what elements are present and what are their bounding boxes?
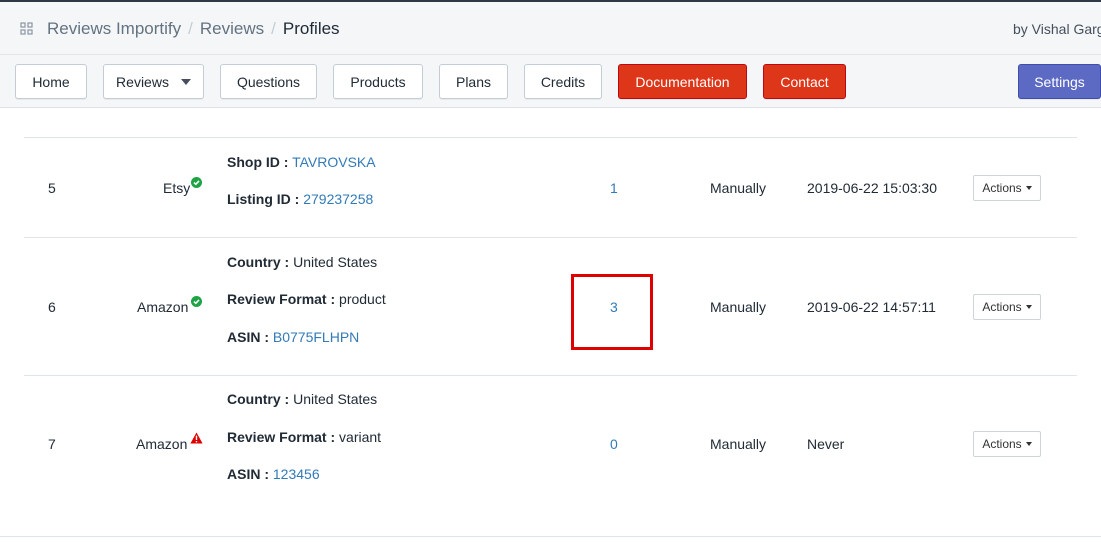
- source-name: Amazon: [136, 436, 188, 452]
- import-type: Manually: [710, 299, 767, 315]
- top-bar: Reviews Importify / Reviews / Profiles by Vi…: [0, 0, 1101, 55]
- contact-button[interactable]: Contact: [763, 64, 846, 99]
- detail-label: Review Format :: [227, 429, 336, 445]
- last-import-date: Never: [807, 436, 845, 452]
- row-divider: [24, 237, 1077, 238]
- row-divider: [24, 375, 1077, 376]
- breadcrumb-separator: /: [188, 19, 193, 38]
- row-index: 7: [48, 436, 56, 452]
- products-button[interactable]: Products: [333, 64, 423, 99]
- row-divider: [0, 536, 1101, 537]
- detail-line: ASIN : B0775FLHPN: [227, 329, 359, 345]
- row-index: 6: [48, 299, 56, 315]
- detail-line: Country : United States: [227, 254, 377, 270]
- actions-label: Actions: [982, 181, 1022, 195]
- breadcrumb-app[interactable]: Reviews Importify: [47, 19, 181, 38]
- detail-line: ASIN : 123456: [227, 466, 320, 482]
- asin-link[interactable]: 123456: [273, 466, 320, 482]
- actions-label: Actions: [982, 437, 1022, 451]
- detail-value: United States: [293, 254, 378, 270]
- actions-dropdown-button[interactable]: Actions: [973, 431, 1041, 457]
- credits-button-label: Credits: [540, 73, 586, 90]
- actions-label: Actions: [982, 300, 1022, 314]
- settings-button-label: Settings: [1034, 73, 1085, 90]
- reviews-dropdown-button[interactable]: Reviews: [103, 64, 204, 99]
- source-name: Etsy: [163, 180, 191, 196]
- last-import-date: 2019-06-22 15:03:30: [807, 180, 937, 196]
- import-type: Manually: [710, 436, 767, 452]
- detail-label: Country :: [227, 391, 290, 407]
- detail-value: United States: [293, 391, 378, 407]
- caret-down-icon: [1025, 442, 1032, 446]
- breadcrumb: Reviews Importify / Reviews / Profiles: [47, 19, 340, 39]
- contact-button-label: Contact: [780, 73, 829, 90]
- detail-line: Listing ID : 279237258: [227, 191, 373, 207]
- detail-label: ASIN :: [227, 329, 269, 345]
- detail-line: Review Format : product: [227, 291, 386, 307]
- warning-triangle-icon: [190, 432, 203, 444]
- plans-button[interactable]: Plans: [439, 64, 508, 99]
- detail-line: Review Format : variant: [227, 429, 381, 445]
- actions-dropdown-button[interactable]: Actions: [973, 294, 1041, 320]
- check-circle-icon: [191, 177, 202, 188]
- source-name: Amazon: [137, 299, 189, 315]
- last-import-date: 2019-06-22 14:57:11: [807, 299, 936, 315]
- settings-button[interactable]: Settings: [1018, 64, 1101, 99]
- import-type: Manually: [710, 180, 767, 196]
- documentation-button[interactable]: Documentation: [618, 64, 747, 99]
- chevron-down-icon: [180, 78, 191, 85]
- apps-grid-icon[interactable]: [20, 22, 34, 36]
- actions-dropdown-button[interactable]: Actions: [973, 175, 1041, 201]
- detail-label: Listing ID :: [227, 191, 300, 207]
- home-button[interactable]: Home: [15, 64, 87, 99]
- detail-line: Shop ID : TAVROVSKA: [227, 154, 376, 170]
- caret-down-icon: [1025, 305, 1032, 309]
- detail-label: Review Format :: [227, 291, 336, 307]
- documentation-button-label: Documentation: [635, 73, 730, 90]
- detail-value: product: [339, 291, 386, 307]
- plans-button-label: Plans: [455, 73, 492, 90]
- reviews-count-link[interactable]: 1: [610, 180, 618, 196]
- detail-label: Shop ID :: [227, 154, 289, 170]
- detail-label: Country :: [227, 254, 290, 270]
- asin-link[interactable]: B0775FLHPN: [273, 329, 359, 345]
- row-index: 5: [48, 180, 56, 196]
- author-byline: by Vishal Garg: [1013, 21, 1101, 37]
- highlight-box: [571, 274, 653, 350]
- detail-label: ASIN :: [227, 466, 269, 482]
- products-button-label: Products: [350, 73, 406, 90]
- breadcrumb-separator: /: [271, 19, 276, 38]
- home-button-label: Home: [32, 73, 70, 90]
- credits-button[interactable]: Credits: [524, 64, 602, 99]
- caret-down-icon: [1025, 186, 1032, 190]
- questions-button[interactable]: Questions: [220, 64, 317, 99]
- breadcrumb-reviews[interactable]: Reviews: [200, 19, 264, 38]
- row-divider: [24, 137, 1077, 138]
- check-circle-icon: [191, 296, 202, 307]
- detail-value: variant: [339, 429, 382, 445]
- nav-bar: Home Reviews Questions Products Plans Cr…: [0, 55, 1101, 108]
- reviews-button-label: Reviews: [116, 73, 169, 90]
- detail-line: Country : United States: [227, 391, 377, 407]
- shop-id-link[interactable]: TAVROVSKA: [292, 154, 376, 170]
- reviews-count-link[interactable]: 0: [610, 436, 618, 452]
- listing-id-link[interactable]: 279237258: [303, 191, 373, 207]
- questions-button-label: Questions: [236, 73, 301, 90]
- breadcrumb-current: Profiles: [282, 19, 340, 38]
